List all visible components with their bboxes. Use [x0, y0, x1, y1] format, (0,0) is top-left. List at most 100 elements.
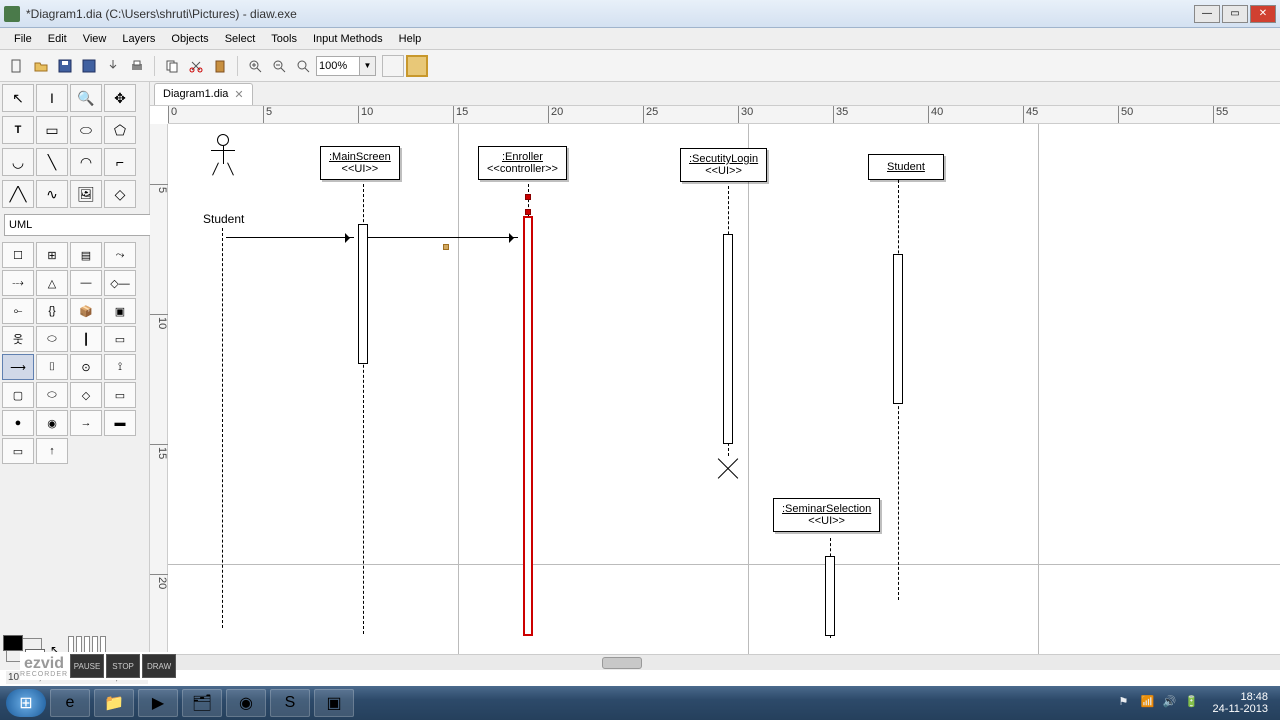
- message-arrow-2[interactable]: [368, 237, 518, 238]
- zoom-dropdown[interactable]: ▼: [360, 56, 376, 76]
- tray-flag-icon[interactable]: ⚑: [1119, 695, 1135, 711]
- taskbar-media-icon[interactable]: ▶: [138, 689, 178, 717]
- zigzag-tool[interactable]: ⌐: [104, 148, 136, 176]
- destroy-marker[interactable]: [716, 456, 740, 480]
- zoom-fit-button[interactable]: [292, 55, 314, 77]
- uml-state[interactable]: ▢: [2, 382, 34, 408]
- pointer-tool[interactable]: ↖: [2, 84, 34, 112]
- object-securitylogin[interactable]: :SecutityLogin <<UI>>: [680, 148, 767, 182]
- paste-button[interactable]: [209, 55, 231, 77]
- menu-help[interactable]: Help: [391, 31, 430, 47]
- uml-implements[interactable]: ⟜: [2, 298, 34, 324]
- activation-security[interactable]: [723, 234, 733, 444]
- uml-class[interactable]: ☐: [2, 242, 34, 268]
- uml-branch[interactable]: ◇: [70, 382, 102, 408]
- uml-generalization[interactable]: △: [36, 270, 68, 296]
- menu-view[interactable]: View: [75, 31, 115, 47]
- canvas[interactable]: Student :MainScreen <<UI>> :Enroller <<c…: [168, 124, 1280, 654]
- menu-file[interactable]: File: [6, 31, 40, 47]
- selection-handle[interactable]: [525, 209, 531, 215]
- menu-input-methods[interactable]: Input Methods: [305, 31, 391, 47]
- taskbar-ie-icon[interactable]: e: [50, 689, 90, 717]
- uml-aggregation[interactable]: ◇—: [104, 270, 136, 296]
- tab-diagram1[interactable]: Diagram1.dia ✕: [154, 83, 253, 105]
- uml-dependency[interactable]: ⤳: [104, 242, 136, 268]
- connection-handle[interactable]: [443, 244, 449, 250]
- export-button[interactable]: [102, 55, 124, 77]
- save-button[interactable]: [54, 55, 76, 77]
- arc-tool[interactable]: ◠: [70, 148, 102, 176]
- uml-final[interactable]: ◉: [36, 410, 68, 436]
- new-button[interactable]: [6, 55, 28, 77]
- beziergon-tool[interactable]: ◡: [2, 148, 34, 176]
- open-button[interactable]: [30, 55, 52, 77]
- menu-layers[interactable]: Layers: [114, 31, 163, 47]
- zoom-input[interactable]: [316, 56, 360, 76]
- uml-message[interactable]: ⟶: [2, 354, 34, 380]
- uml-usecase[interactable]: ⬭: [36, 326, 68, 352]
- zoom-out-button[interactable]: [268, 55, 290, 77]
- minimize-button[interactable]: —: [1194, 5, 1220, 23]
- snap-toggle-2[interactable]: [406, 55, 428, 77]
- uml-association[interactable]: —: [70, 270, 102, 296]
- snap-toggle-1[interactable]: [382, 55, 404, 77]
- menu-edit[interactable]: Edit: [40, 31, 75, 47]
- text-edit-tool[interactable]: I: [36, 84, 68, 112]
- uml-smallpackage[interactable]: 📦: [70, 298, 102, 324]
- taskbar-dia-icon[interactable]: ▣: [314, 689, 354, 717]
- uml-object[interactable]: ▭: [104, 326, 136, 352]
- copy-button[interactable]: [161, 55, 183, 77]
- tray-network-icon[interactable]: 📶: [1141, 695, 1157, 711]
- recorder-pause[interactable]: PAUSE: [70, 654, 104, 678]
- menu-tools[interactable]: Tools: [263, 31, 305, 47]
- object-enroller[interactable]: :Enroller <<controller>>: [478, 146, 567, 180]
- zoom-combo[interactable]: ▼: [316, 56, 376, 76]
- zoom-in-button[interactable]: [244, 55, 266, 77]
- taskbar-folder-icon[interactable]: 🗂: [182, 689, 222, 717]
- uml-initial[interactable]: ●: [2, 410, 34, 436]
- taskbar-clock[interactable]: 18:48 24-11-2013: [1207, 691, 1274, 715]
- recorder-stop[interactable]: STOP: [106, 654, 140, 678]
- taskbar-chrome-icon[interactable]: ◉: [226, 689, 266, 717]
- box-tool[interactable]: ▭: [36, 116, 68, 144]
- menu-select[interactable]: Select: [217, 31, 264, 47]
- print-button[interactable]: [126, 55, 148, 77]
- text-tool[interactable]: T: [2, 116, 34, 144]
- actor-label[interactable]: Student: [203, 212, 244, 226]
- image-tool[interactable]: 🖼: [70, 180, 102, 208]
- tab-close-icon[interactable]: ✕: [234, 88, 243, 101]
- menu-objects[interactable]: Objects: [163, 31, 216, 47]
- message-arrow-1[interactable]: [226, 237, 354, 238]
- lifeline-actor[interactable]: [222, 228, 223, 628]
- uml-node-2[interactable]: ⊙: [70, 354, 102, 380]
- object-mainscreen[interactable]: :MainScreen <<UI>>: [320, 146, 400, 180]
- bezier-tool[interactable]: ∿: [36, 180, 68, 208]
- magnify-tool[interactable]: 🔍: [70, 84, 102, 112]
- uml-realizes[interactable]: ⤏: [2, 270, 34, 296]
- selection-handle[interactable]: [525, 194, 531, 200]
- object-student[interactable]: Student: [868, 154, 944, 180]
- uml-note[interactable]: ▤: [70, 242, 102, 268]
- uml-transition[interactable]: →: [70, 410, 102, 436]
- uml-state2[interactable]: ⬭: [36, 382, 68, 408]
- tray-volume-icon[interactable]: 🔊: [1163, 695, 1179, 711]
- sheet-select[interactable]: [4, 214, 156, 236]
- uml-template[interactable]: ⊞: [36, 242, 68, 268]
- actor-student[interactable]: [203, 134, 243, 176]
- taskbar-skype-icon[interactable]: S: [270, 689, 310, 717]
- uml-activity[interactable]: ▭: [2, 438, 34, 464]
- activation-mainscreen[interactable]: [358, 224, 368, 364]
- uml-largepackage[interactable]: ▣: [104, 298, 136, 324]
- scrollbar-thumb[interactable]: [602, 657, 642, 669]
- activation-enroller[interactable]: [523, 216, 533, 636]
- uml-node-3[interactable]: ⟟: [104, 354, 136, 380]
- uml-lifeline[interactable]: ┃: [70, 326, 102, 352]
- uml-arrow[interactable]: ↑: [36, 438, 68, 464]
- uml-component[interactable]: ⌷: [36, 354, 68, 380]
- cut-button[interactable]: [185, 55, 207, 77]
- start-button[interactable]: ⊞: [6, 689, 46, 717]
- scrollbar-horizontal[interactable]: [150, 654, 1280, 670]
- object-seminarselection[interactable]: :SeminarSelection <<UI>>: [773, 498, 880, 532]
- activation-seminar[interactable]: [825, 556, 835, 636]
- line-tool[interactable]: ╲: [36, 148, 68, 176]
